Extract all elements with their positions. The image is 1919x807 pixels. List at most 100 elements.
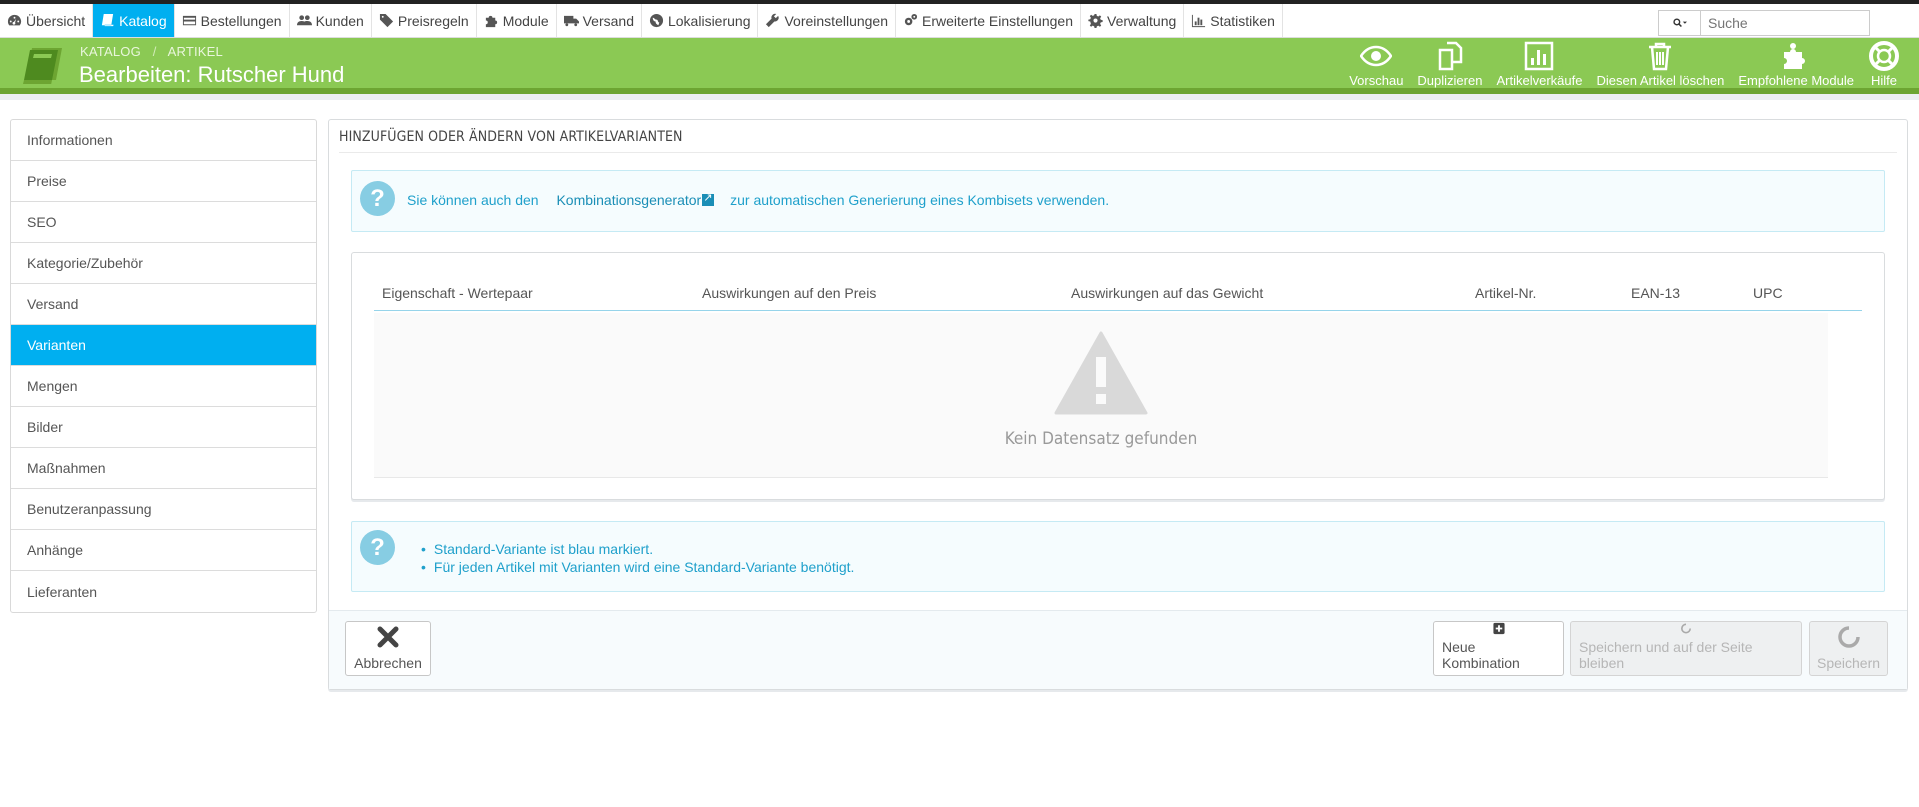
- button-label: Speichern und auf der Seite bleiben: [1579, 639, 1753, 671]
- nav-item-label: Preisregeln: [397, 12, 469, 29]
- wrench-icon: [766, 13, 780, 28]
- gear-icon: [1088, 13, 1103, 28]
- button-label: Abbrechen: [354, 655, 422, 671]
- top-navigation-bar: Übersicht Katalog Bestellungen Kunden Pr…: [0, 0, 1919, 38]
- nav-item-verwaltung[interactable]: Verwaltung: [1081, 4, 1185, 37]
- list-item: Standard-Variante ist blau markiert.: [434, 540, 854, 558]
- nav-item-label: Versand: [582, 12, 634, 29]
- save-and-stay-button[interactable]: Speichern und auf der Seite bleiben: [1570, 621, 1802, 676]
- nav-item-bestellungen[interactable]: Bestellungen: [175, 4, 290, 37]
- list-item: Für jeden Artikel mit Varianten wird ein…: [434, 558, 855, 576]
- sidebar-item-seo[interactable]: SEO: [11, 202, 316, 243]
- sidebar-item-bilder[interactable]: Bilder: [11, 407, 316, 448]
- sidebar-item-informationen[interactable]: Informationen: [11, 120, 316, 161]
- nav-item-kunden[interactable]: Kunden: [290, 4, 372, 37]
- panel-footer: Abbrechen Neue Kombination Speichern und…: [329, 610, 1907, 689]
- page-title: Bearbeiten: Rutscher Hund: [79, 62, 345, 87]
- question-icon: ?: [360, 181, 395, 216]
- sidebar-item-massnahmen[interactable]: Maßnahmen: [11, 448, 316, 489]
- empty-table-body: Kein Datensatz gefunden: [374, 313, 1828, 478]
- duplicate-button[interactable]: Duplizieren: [1410, 40, 1489, 92]
- sidebar-item-lieferanten[interactable]: Lieferanten: [11, 571, 316, 612]
- info-alert-generator: ? Sie können auch den Kombinationsgenera…: [351, 170, 1885, 232]
- header-shadow: [0, 94, 1919, 100]
- external-link-icon: [702, 191, 715, 206]
- bar-chart-icon: [1192, 14, 1206, 28]
- nav-item-preisregeln[interactable]: Preisregeln: [372, 4, 477, 37]
- nav-item-label: Voreinstellungen: [784, 12, 889, 29]
- delete-article-button[interactable]: Diesen Artikel löschen: [1589, 40, 1731, 92]
- button-label: Neue Kombination: [1442, 639, 1520, 671]
- divider: [339, 152, 1897, 153]
- eye-icon: [1360, 45, 1393, 67]
- nav-item-katalog[interactable]: Katalog: [93, 4, 175, 37]
- breadcrumb-separator: /: [152, 44, 157, 59]
- cogs-icon: [904, 13, 918, 26]
- preview-button[interactable]: Vorschau: [1342, 40, 1410, 92]
- tool-label: Empfohlene Module: [1738, 73, 1854, 88]
- tool-label: Diesen Artikel löschen: [1596, 73, 1725, 88]
- header-toolbar: Vorschau Duplizieren Artikelverkäufe Die…: [1342, 40, 1907, 92]
- tool-label: Duplizieren: [1417, 73, 1483, 88]
- nav-item-erweiterte-einstellungen[interactable]: Erweiterte Einstellungen: [896, 4, 1081, 37]
- nav-item-versand[interactable]: Versand: [557, 4, 642, 37]
- product-tabs-sidebar: Informationen Preise SEO Kategorie/Zubeh…: [10, 119, 317, 613]
- variants-panel: Hinzufügen oder Ändern von Artikelvarian…: [328, 119, 1908, 690]
- nav-item-label: Verwaltung: [1107, 12, 1177, 29]
- globe-icon: [649, 13, 664, 28]
- new-combination-button[interactable]: Neue Kombination: [1433, 621, 1564, 676]
- sidebar-item-anhaenge[interactable]: Anhänge: [11, 530, 316, 571]
- sidebar-item-mengen[interactable]: Mengen: [11, 366, 316, 407]
- column-header-reference: Artikel-Nr.: [1475, 285, 1537, 301]
- search-input[interactable]: [1700, 10, 1870, 36]
- question-icon: ?: [360, 530, 395, 565]
- article-sales-button[interactable]: Artikelverkäufe: [1489, 40, 1589, 92]
- column-header-weight-impact: Auswirkungen auf das Gewicht: [1071, 285, 1264, 301]
- info-text-after: zur automatischen Generierung eines Komb…: [730, 192, 1110, 208]
- page-header: Katalog / Artikel Bearbeiten: Rutscher H…: [0, 38, 1919, 94]
- nav-item-label: Katalog: [119, 12, 167, 29]
- combinations-table: Eigenschaft - Wertepaar Auswirkungen auf…: [351, 252, 1885, 500]
- breadcrumb-item-article[interactable]: Artikel: [168, 44, 223, 59]
- sidebar-item-benutzeranpassung[interactable]: Benutzeranpassung: [11, 489, 316, 530]
- bar-chart-icon: [1525, 41, 1554, 71]
- nav-item-lokalisierung[interactable]: Lokalisierung: [642, 4, 759, 37]
- recommended-modules-button[interactable]: Empfohlene Module: [1731, 40, 1861, 92]
- help-button[interactable]: Hilfe: [1861, 40, 1907, 92]
- trash-icon: [1649, 42, 1672, 71]
- column-header-attribute: Eigenschaft - Wertepaar: [382, 285, 533, 301]
- sidebar-item-kategorie[interactable]: Kategorie/Zubehör: [11, 243, 316, 284]
- sidebar-item-versand[interactable]: Versand: [11, 284, 316, 325]
- search-type-dropdown[interactable]: [1658, 10, 1700, 36]
- breadcrumb-item-catalog[interactable]: Katalog: [80, 44, 141, 59]
- tool-label: Hilfe: [1870, 73, 1897, 88]
- sidebar-item-preise[interactable]: Preise: [11, 161, 316, 202]
- combination-generator-link[interactable]: Kombinationsgenerator: [556, 192, 701, 208]
- tool-label: Artikelverkäufe: [1496, 73, 1583, 88]
- users-icon: [296, 15, 312, 26]
- catalog-book-icon: [23, 48, 62, 84]
- info-list: Standard-Variante ist blau markiert. Für…: [434, 540, 855, 576]
- info-text-before: Sie können auch den: [407, 192, 539, 208]
- nav-item-module[interactable]: Module: [477, 4, 557, 37]
- nav-item-label: Bestellungen: [200, 12, 282, 29]
- breadcrumb: Katalog / Artikel: [80, 44, 223, 59]
- cancel-button[interactable]: Abbrechen: [345, 621, 431, 676]
- table-header: Eigenschaft - Wertepaar Auswirkungen auf…: [374, 285, 1862, 311]
- column-header-upc: UPC: [1753, 285, 1783, 301]
- tool-label: Vorschau: [1349, 73, 1404, 88]
- sidebar-item-varianten[interactable]: Varianten: [11, 325, 316, 366]
- lifebuoy-icon: [1869, 41, 1899, 71]
- search-bar: [1658, 10, 1870, 36]
- nav-item-uebersicht[interactable]: Übersicht: [0, 4, 94, 37]
- puzzle-icon: [1784, 43, 1806, 69]
- save-button[interactable]: Speichern: [1809, 621, 1888, 676]
- nav-item-voreinstellungen[interactable]: Voreinstellungen: [758, 4, 897, 37]
- column-header-price-impact: Auswirkungen auf den Preis: [702, 285, 877, 301]
- dashboard-icon: [7, 14, 22, 26]
- column-header-ean13: EAN-13: [1631, 285, 1681, 301]
- book-icon: [102, 13, 114, 27]
- nav-item-statistiken[interactable]: Statistiken: [1184, 4, 1283, 37]
- nav-item-label: Module: [502, 12, 549, 29]
- nav-item-label: Erweiterte Einstellungen: [922, 12, 1073, 29]
